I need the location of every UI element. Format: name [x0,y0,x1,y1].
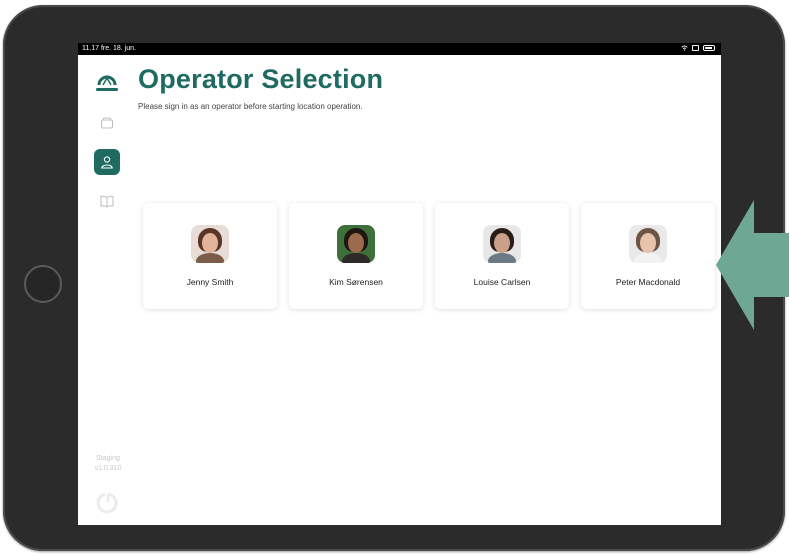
nav-item-manual[interactable] [94,188,120,214]
nav-item-inventory[interactable] [94,110,120,136]
page-title: Operator Selection [138,64,384,94]
battery-icon [703,45,715,51]
operator-name: Kim Sørensen [329,277,383,287]
avatar [483,225,521,263]
pointer-arrow-shape [716,200,789,330]
page-subtitle: Please sign in as an operator before sta… [138,102,363,111]
operator-card[interactable]: Jenny Smith [143,203,277,309]
operator-name: Peter Macdonald [615,277,681,287]
operator-name: Jenny Smith [186,277,234,287]
operator-card[interactable]: Louise Carlsen [435,203,569,309]
operator-list: Jenny Smith Kim Sørensen Louise Carlsen … [143,203,715,309]
status-bar: 11.17 fre. 18. jun. [78,43,721,55]
operator-card[interactable]: Peter Macdonald [581,203,715,309]
nav-item-operator[interactable] [94,149,120,175]
box-icon [101,117,113,129]
home-button[interactable] [24,265,62,303]
tablet-frame: 11.17 fre. 18. jun. Staging v1.0.310 Ope… [3,5,785,551]
screen-mirror-icon [692,45,699,51]
sidebar: Staging v1.0.310 [78,55,138,525]
brand-logo-icon [96,75,118,91]
operator-name: Louise Carlsen [473,277,531,287]
power-logo-icon [96,492,118,514]
status-indicators [681,45,715,51]
status-time-date: 11.17 fre. 18. jun. [82,45,136,52]
environment-label: Staging [96,455,120,462]
app-screen: 11.17 fre. 18. jun. Staging v1.0.310 Ope… [78,43,721,525]
user-icon [101,156,113,169]
operator-card[interactable]: Kim Sørensen [289,203,423,309]
avatar [191,225,229,263]
pointer-arrow-icon [716,200,789,330]
version-label: v1.0.310 [94,465,122,472]
avatar [629,225,667,263]
avatar [337,225,375,263]
wifi-icon [681,45,688,51]
book-icon [100,195,114,208]
